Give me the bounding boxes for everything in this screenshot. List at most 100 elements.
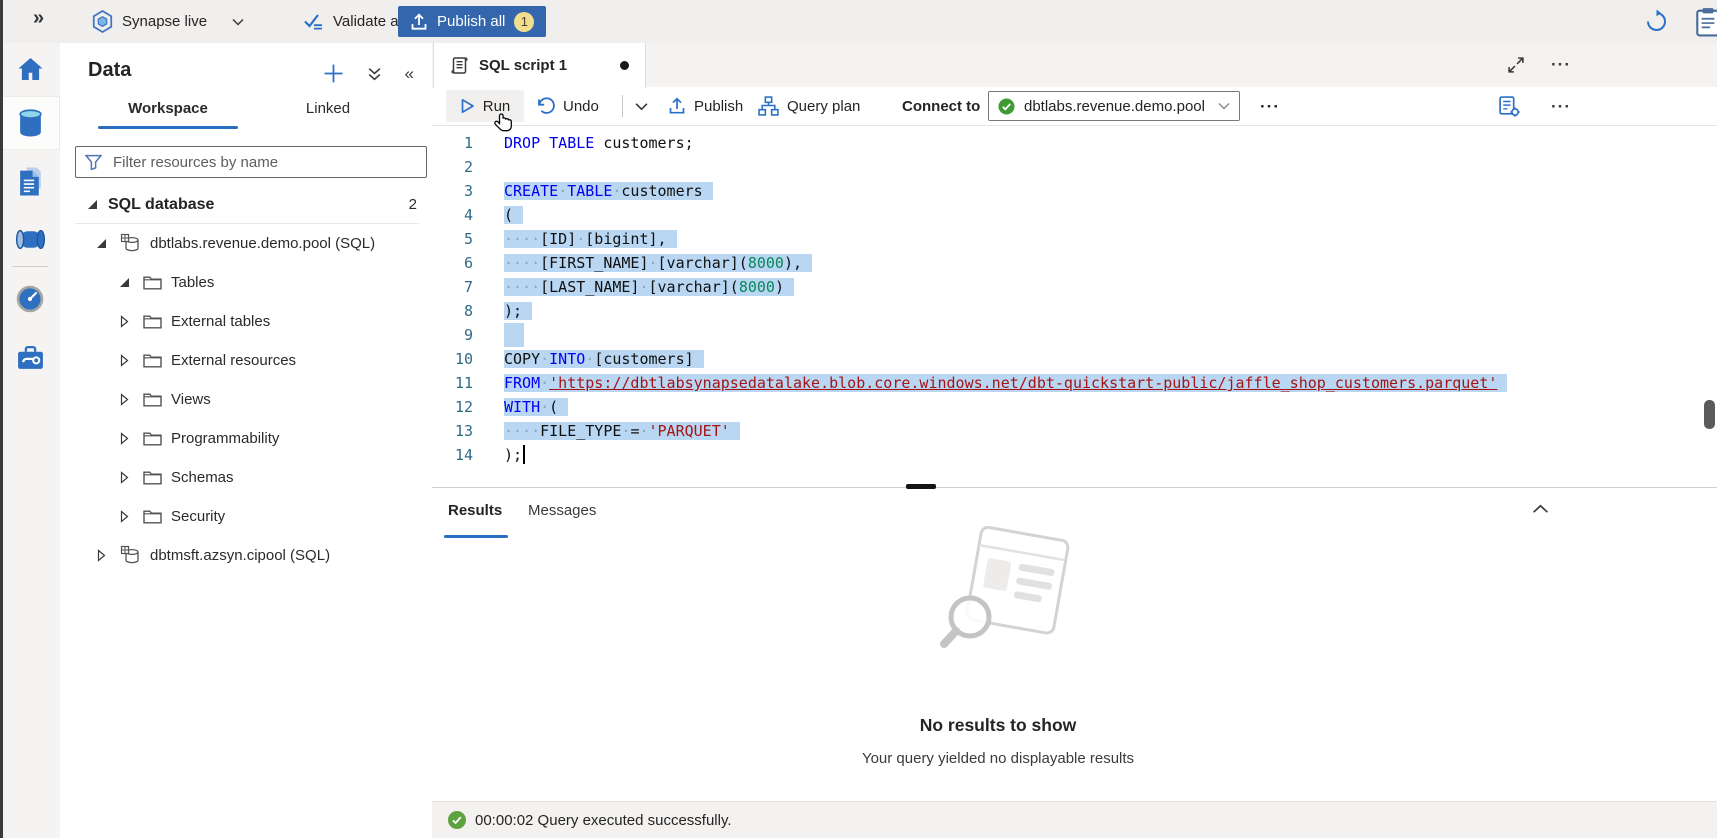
code-line-4[interactable]: 4(	[432, 203, 1717, 227]
line-number: 11	[432, 371, 490, 395]
document-tab-strip: SQL script 1 ···	[432, 43, 1717, 88]
document-icon	[18, 167, 43, 196]
tab-sql-script-1[interactable]: SQL script 1	[433, 43, 646, 88]
run-options-chevron[interactable]	[635, 87, 648, 125]
nav-integrate[interactable]	[0, 213, 60, 265]
expand-editor-icon[interactable]	[1507, 56, 1525, 74]
database-icon	[120, 233, 141, 254]
code-line-9[interactable]: 9	[432, 323, 1717, 347]
code-line-12[interactable]: 12WITH·(	[432, 395, 1717, 419]
play-icon	[460, 98, 475, 114]
code-line-8[interactable]: 8);	[432, 299, 1717, 323]
code-line-2[interactable]: 2	[432, 155, 1717, 179]
database-icon	[120, 545, 141, 566]
code-line-6[interactable]: 6 ····[FIRST_NAME]·[varchar](8000),	[432, 251, 1717, 275]
tree-item-programmability[interactable]: Programmability	[60, 419, 432, 458]
actions-chevron-icon[interactable]	[367, 66, 382, 82]
source-control-mode-selector[interactable]: Synapse live	[92, 0, 244, 43]
window-edge	[0, 0, 3, 838]
tree-item-label: dbtmsft.azsyn.cipool (SQL)	[150, 547, 330, 564]
tree-item-security[interactable]: Security	[60, 497, 432, 536]
line-number: 9	[432, 323, 490, 347]
nav-home[interactable]	[0, 43, 60, 95]
tab-workspace[interactable]: Workspace	[88, 89, 248, 129]
folder-icon	[143, 353, 162, 368]
code-line-11[interactable]: 11FROM·'https://dbtlabsynapsedatalake.bl…	[432, 371, 1717, 395]
nav-monitor[interactable]	[0, 273, 60, 325]
tab-messages[interactable]: Messages	[528, 502, 596, 519]
tree-item-label: Programmability	[171, 430, 279, 447]
tree-group-sql-database[interactable]: SQL database 2	[60, 185, 432, 224]
expand-toolbar-icon[interactable]: »	[33, 7, 42, 30]
line-number: 13	[432, 419, 490, 443]
code-line-3[interactable]: 3CREATE·TABLE·customers	[432, 179, 1717, 203]
caret-collapsed-icon[interactable]	[120, 471, 134, 484]
sql-code-editor[interactable]: 1DROP TABLE customers;23CREATE·TABLE·cus…	[432, 125, 1717, 493]
caret-expanded-icon[interactable]	[97, 239, 111, 248]
line-number: 12	[432, 395, 490, 419]
properties-icon[interactable]	[1498, 95, 1521, 118]
pipeline-icon	[15, 227, 46, 252]
empty-results-subtitle: Your query yielded no displayable result…	[678, 750, 1318, 767]
publish-all-label: Publish all	[437, 13, 505, 30]
nav-manage[interactable]	[0, 332, 60, 384]
nav-data[interactable]	[0, 96, 60, 150]
splitter-grip[interactable]	[906, 484, 936, 489]
code-line-1[interactable]: 1DROP TABLE customers;	[432, 131, 1717, 155]
caret-collapsed-icon[interactable]	[120, 315, 134, 328]
tree-item-views[interactable]: Views	[60, 380, 432, 419]
connect-to-dropdown[interactable]: dbtlabs.revenue.demo.pool	[988, 91, 1240, 121]
caret-collapsed-icon[interactable]	[120, 393, 134, 406]
caret-collapsed-icon[interactable]	[120, 354, 134, 367]
tab-linked[interactable]: Linked	[248, 89, 408, 129]
validate-all-button[interactable]: Validate all	[303, 0, 405, 43]
tree-item-dbtlabs-revenue-demo-pool-sql[interactable]: dbtlabs.revenue.demo.pool (SQL)	[60, 224, 432, 263]
tree-item-dbtmsft-azsyn-cipool-sql[interactable]: dbtmsft.azsyn.cipool (SQL)	[60, 536, 432, 575]
connect-to-label: Connect to	[902, 87, 980, 125]
tree-item-external-tables[interactable]: External tables	[60, 302, 432, 341]
line-number: 6	[432, 251, 490, 275]
refresh-icon[interactable]	[1644, 9, 1669, 34]
tree-item-schemas[interactable]: Schemas	[60, 458, 432, 497]
code-line-13[interactable]: 13····FILE_TYPE·=·'PARQUET'	[432, 419, 1717, 443]
publish-all-button[interactable]: Publish all 1	[398, 6, 546, 37]
tab-more-actions-icon[interactable]: ···	[1551, 56, 1571, 73]
tree-item-external-resources[interactable]: External resources	[60, 341, 432, 380]
folder-icon	[143, 275, 162, 290]
nav-develop[interactable]	[0, 155, 60, 207]
query-plan-button[interactable]: Query plan	[758, 87, 860, 125]
code-line-7[interactable]: 7····[LAST_NAME]·[varchar](8000)	[432, 275, 1717, 299]
notifications-icon[interactable]	[1693, 7, 1717, 37]
tree-item-tables[interactable]: Tables	[60, 263, 432, 302]
collapse-panel-icon[interactable]: «	[405, 65, 414, 82]
caret-expanded-icon[interactable]	[88, 200, 102, 209]
no-results-illustration	[928, 523, 1078, 663]
top-command-bar: » Synapse live Validate all Publish all …	[0, 0, 1717, 44]
undo-icon	[536, 97, 555, 115]
tree-item-label: Security	[171, 508, 225, 525]
caret-collapsed-icon[interactable]	[120, 432, 134, 445]
gauge-icon	[16, 285, 44, 313]
toolbar-more-actions-icon[interactable]: ···	[1260, 87, 1280, 125]
caret-collapsed-icon[interactable]	[97, 549, 111, 562]
editor-toolbar: Run Undo Publish	[432, 87, 1717, 126]
sql-script-icon	[450, 56, 469, 75]
caret-expanded-icon[interactable]	[120, 278, 134, 287]
code-line-14[interactable]: 14);	[432, 443, 1717, 467]
scrollbar-thumb[interactable]	[1704, 400, 1715, 429]
editor-more-actions-icon[interactable]: ···	[1551, 98, 1571, 115]
tab-results[interactable]: Results	[448, 502, 502, 519]
collapse-results-icon[interactable]	[1532, 504, 1549, 514]
selection-highlight: ····[FIRST_NAME]·[varchar](8000),	[504, 254, 812, 272]
status-message: 00:00:02 Query executed successfully.	[475, 812, 732, 829]
line-number: 14	[432, 443, 490, 467]
code-line-5[interactable]: 5····[ID]·[bigint],	[432, 227, 1717, 251]
code-line-10[interactable]: 10COPY·INTO·[customers]	[432, 347, 1717, 371]
publish-button[interactable]: Publish	[668, 87, 743, 125]
caret-collapsed-icon[interactable]	[120, 510, 134, 523]
filter-input[interactable]	[111, 153, 417, 172]
undo-button[interactable]: Undo	[536, 87, 599, 125]
panel-title: Data	[88, 59, 131, 82]
chevron-down-icon	[232, 18, 244, 26]
add-resource-button[interactable]	[323, 63, 344, 84]
